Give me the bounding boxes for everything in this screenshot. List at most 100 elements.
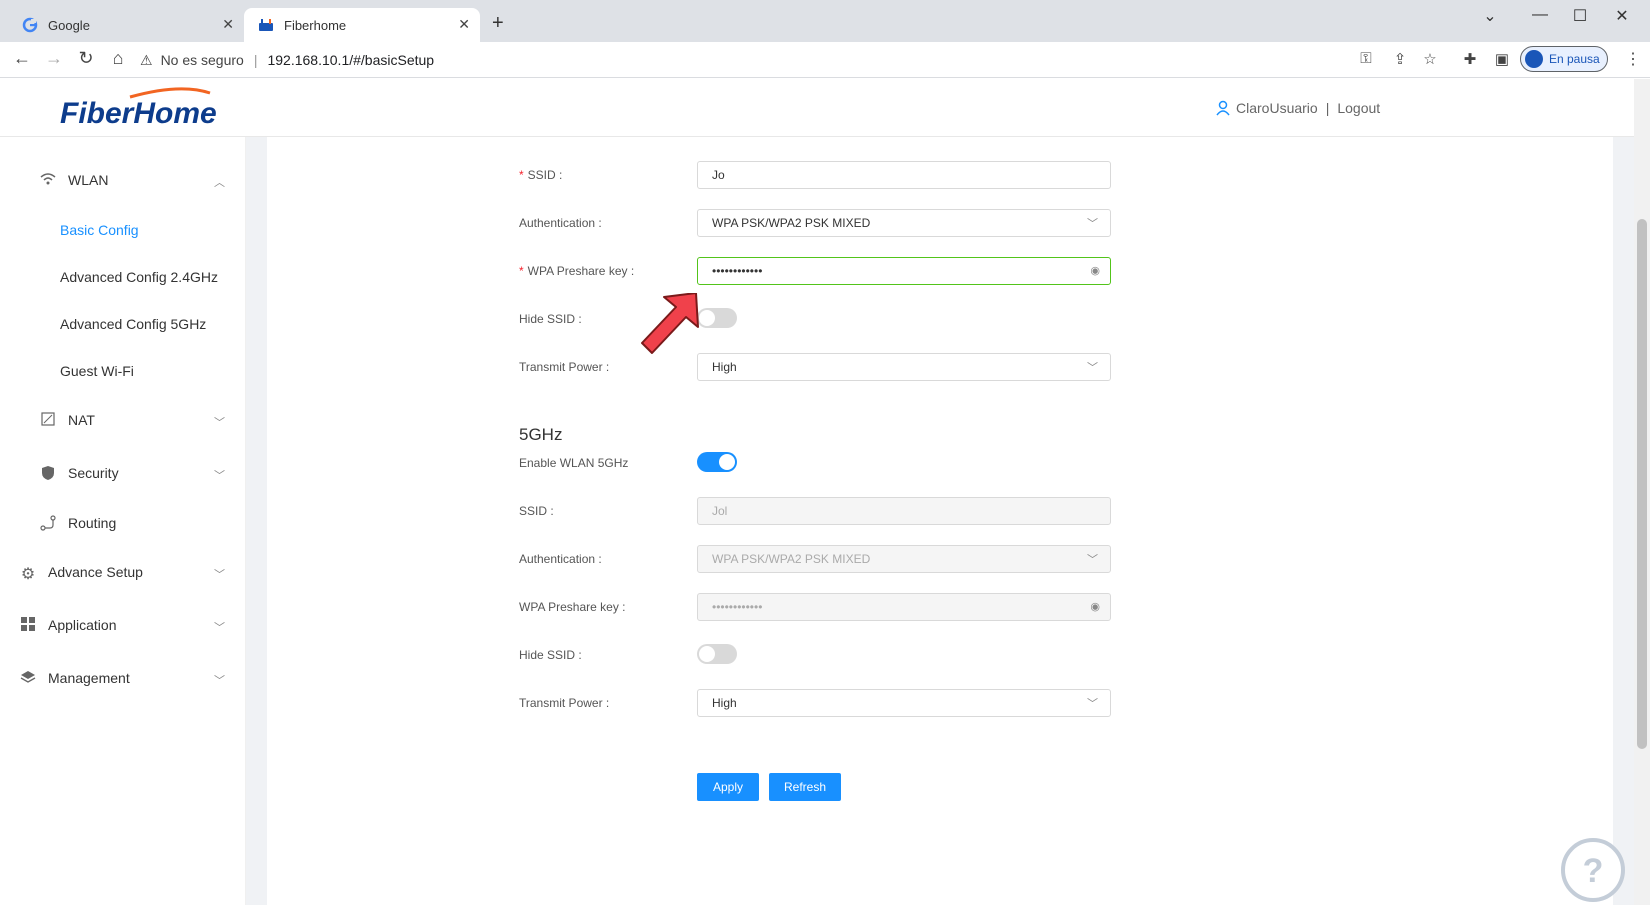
chevron-down-icon[interactable]: ﹀ [214,672,225,688]
close-tab-icon[interactable]: ✕ [458,16,470,33]
sidebar-item-label: Guest Wi-Fi [60,363,134,379]
page-scrollbar[interactable] [1634,79,1650,905]
ssid-label-text: SSID : [527,168,563,182]
power-label: Transmit Power : [519,360,610,374]
sidebar-item-guest-wifi[interactable]: Guest Wi-Fi [60,363,134,379]
tab-title: Google [48,17,90,33]
sidebar-item-label: Advance Setup [48,564,143,580]
sidebar-item-basic-config[interactable]: Basic Config [60,222,139,238]
key-icon[interactable]: ⚿ [1356,50,1376,67]
ssid-label: SSID : [519,504,554,518]
power-select[interactable]: High ﹀ [697,353,1111,381]
chevron-down-icon[interactable]: ﹀ [214,619,225,635]
auth-5ghz-select[interactable]: WPA PSK/WPA2 PSK MIXED ﹀ [697,545,1111,573]
hide-ssid-label: Hide SSID : [519,648,582,662]
chevron-down-icon: ﹀ [1087,554,1098,566]
address-toolbar: ← → ↻ ⌂ ⚠ No es seguro | 192.168.10.1/#/… [0,42,1650,78]
annotation-arrow-icon [641,293,699,354]
key-label: * WPA Preshare key : [519,264,634,278]
layers-icon [20,670,36,686]
chevron-down-icon: ﹀ [1087,698,1098,710]
sidebar-item-routing[interactable]: Routing [40,515,116,531]
preshare-key-input[interactable]: •••••••••••• ◉ [697,257,1111,285]
chevron-down-icon[interactable]: ﹀ [214,566,225,582]
sidebar-item-application[interactable]: Application [20,617,117,633]
ssid-5ghz-input[interactable]: Jol [697,497,1111,525]
new-tab-icon[interactable]: + [492,12,504,35]
section-title-5ghz: 5GHz [519,425,563,444]
tab-google[interactable]: Google ✕ [8,8,244,42]
ssid-input[interactable]: Jo [697,161,1111,189]
hide-ssid-5ghz-toggle[interactable] [697,644,737,664]
sidebar-item-label: Advanced Config 2.4GHz [60,269,218,285]
close-tab-icon[interactable]: ✕ [222,16,234,33]
omnibox-divider: | [253,52,258,68]
sidebar-item-label: Advanced Config 5GHz [60,316,207,332]
reload-icon[interactable]: ↻ [74,48,98,69]
eye-icon[interactable]: ◉ [1090,264,1100,277]
sidebar-item-management[interactable]: Management [20,670,130,686]
minimize-icon[interactable]: — [1530,6,1550,24]
hide-ssid-label: Hide SSID : [519,312,582,326]
refresh-button[interactable]: Refresh [769,773,841,801]
warning-icon[interactable]: ⚠ [140,52,153,69]
power-label: Transmit Power : [519,696,610,710]
logout-link[interactable]: Logout [1337,100,1380,116]
auth-select[interactable]: WPA PSK/WPA2 PSK MIXED ﹀ [697,209,1111,237]
profile-label: En pausa [1549,52,1600,66]
forward-icon[interactable]: → [42,48,66,69]
omnibox[interactable]: ⚠ No es seguro | 192.168.10.1/#/basicSet… [140,47,1380,73]
sidebar-item-label: NAT [68,412,95,428]
share-icon[interactable]: ⇪ [1390,50,1410,68]
gear-icon: ⚙ [20,566,36,583]
sidebar-item-security[interactable]: Security [40,465,119,481]
close-window-icon[interactable]: ✕ [1612,6,1632,26]
sidebar-item-wlan[interactable]: WLAN [40,172,108,188]
tab-fiberhome[interactable]: Fiberhome ✕ [244,8,480,42]
auth-value: WPA PSK/WPA2 PSK MIXED [712,552,871,566]
sidebar-item-advanced-24[interactable]: Advanced Config 2.4GHz [60,269,218,285]
sidebar-item-nat[interactable]: NAT [40,412,95,428]
star-icon[interactable]: ☆ [1420,50,1440,68]
browser-menu-icon[interactable]: ⋮ [1625,49,1641,69]
key-label: WPA Preshare key : [519,600,626,614]
nat-icon [40,412,56,428]
url-text[interactable]: 192.168.10.1/#/basicSetup [267,52,434,68]
user-icon [1216,100,1230,116]
router-page: FiberHome ClaroUsuario | Logout WLAN ︿ B… [0,79,1634,905]
key-label-text: WPA Preshare key : [527,264,635,278]
chevron-down-icon: ﹀ [1087,362,1098,374]
username[interactable]: ClaroUsuario [1236,100,1318,116]
chevron-down-icon[interactable]: ﹀ [214,414,225,430]
security-label: No es seguro [160,52,244,68]
profile-button[interactable]: En pausa [1520,46,1608,72]
extensions-icon[interactable]: ✚ [1460,50,1480,68]
sidebar-item-label: WLAN [68,172,109,188]
eye-icon[interactable]: ◉ [1090,600,1100,613]
power-5ghz-select[interactable]: High ﹀ [697,689,1111,717]
enable-wlan-5ghz-toggle[interactable] [697,452,737,472]
svg-text:?: ? [1583,852,1604,890]
help-watermark-icon: ? [1561,838,1625,902]
key-value: •••••••••••• [712,264,763,278]
chevron-up-icon[interactable]: ︿ [214,174,225,190]
chevron-down-icon[interactable]: ﹀ [214,467,225,483]
sidebar-item-advance-setup[interactable]: ⚙ Advance Setup [20,564,143,583]
chevron-down-icon: ﹀ [1087,218,1098,230]
sidebar-item-advanced-5[interactable]: Advanced Config 5GHz [60,316,206,332]
tab-search-chevron-icon[interactable]: ⌄ [1480,6,1500,26]
browser-tab-strip: Google ✕ Fiberhome ✕ + ⌄ — ☐ ✕ [0,0,1650,42]
required-marker: * [519,264,524,278]
maximize-icon[interactable]: ☐ [1570,6,1590,26]
apply-button[interactable]: Apply [697,773,759,801]
back-icon[interactable]: ← [10,48,34,69]
preshare-key-5ghz-input[interactable]: •••••••••••• ◉ [697,593,1111,621]
scrollbar-thumb[interactable] [1637,219,1647,749]
header-separator: | [1325,100,1330,116]
svg-text:FiberHome: FiberHome [60,97,217,130]
home-icon[interactable]: ⌂ [106,48,130,69]
ssid-value: Jol [712,504,728,518]
side-panel-icon[interactable]: ▣ [1492,50,1512,68]
power-value: High [712,696,737,710]
apps-grid-icon [20,617,36,633]
